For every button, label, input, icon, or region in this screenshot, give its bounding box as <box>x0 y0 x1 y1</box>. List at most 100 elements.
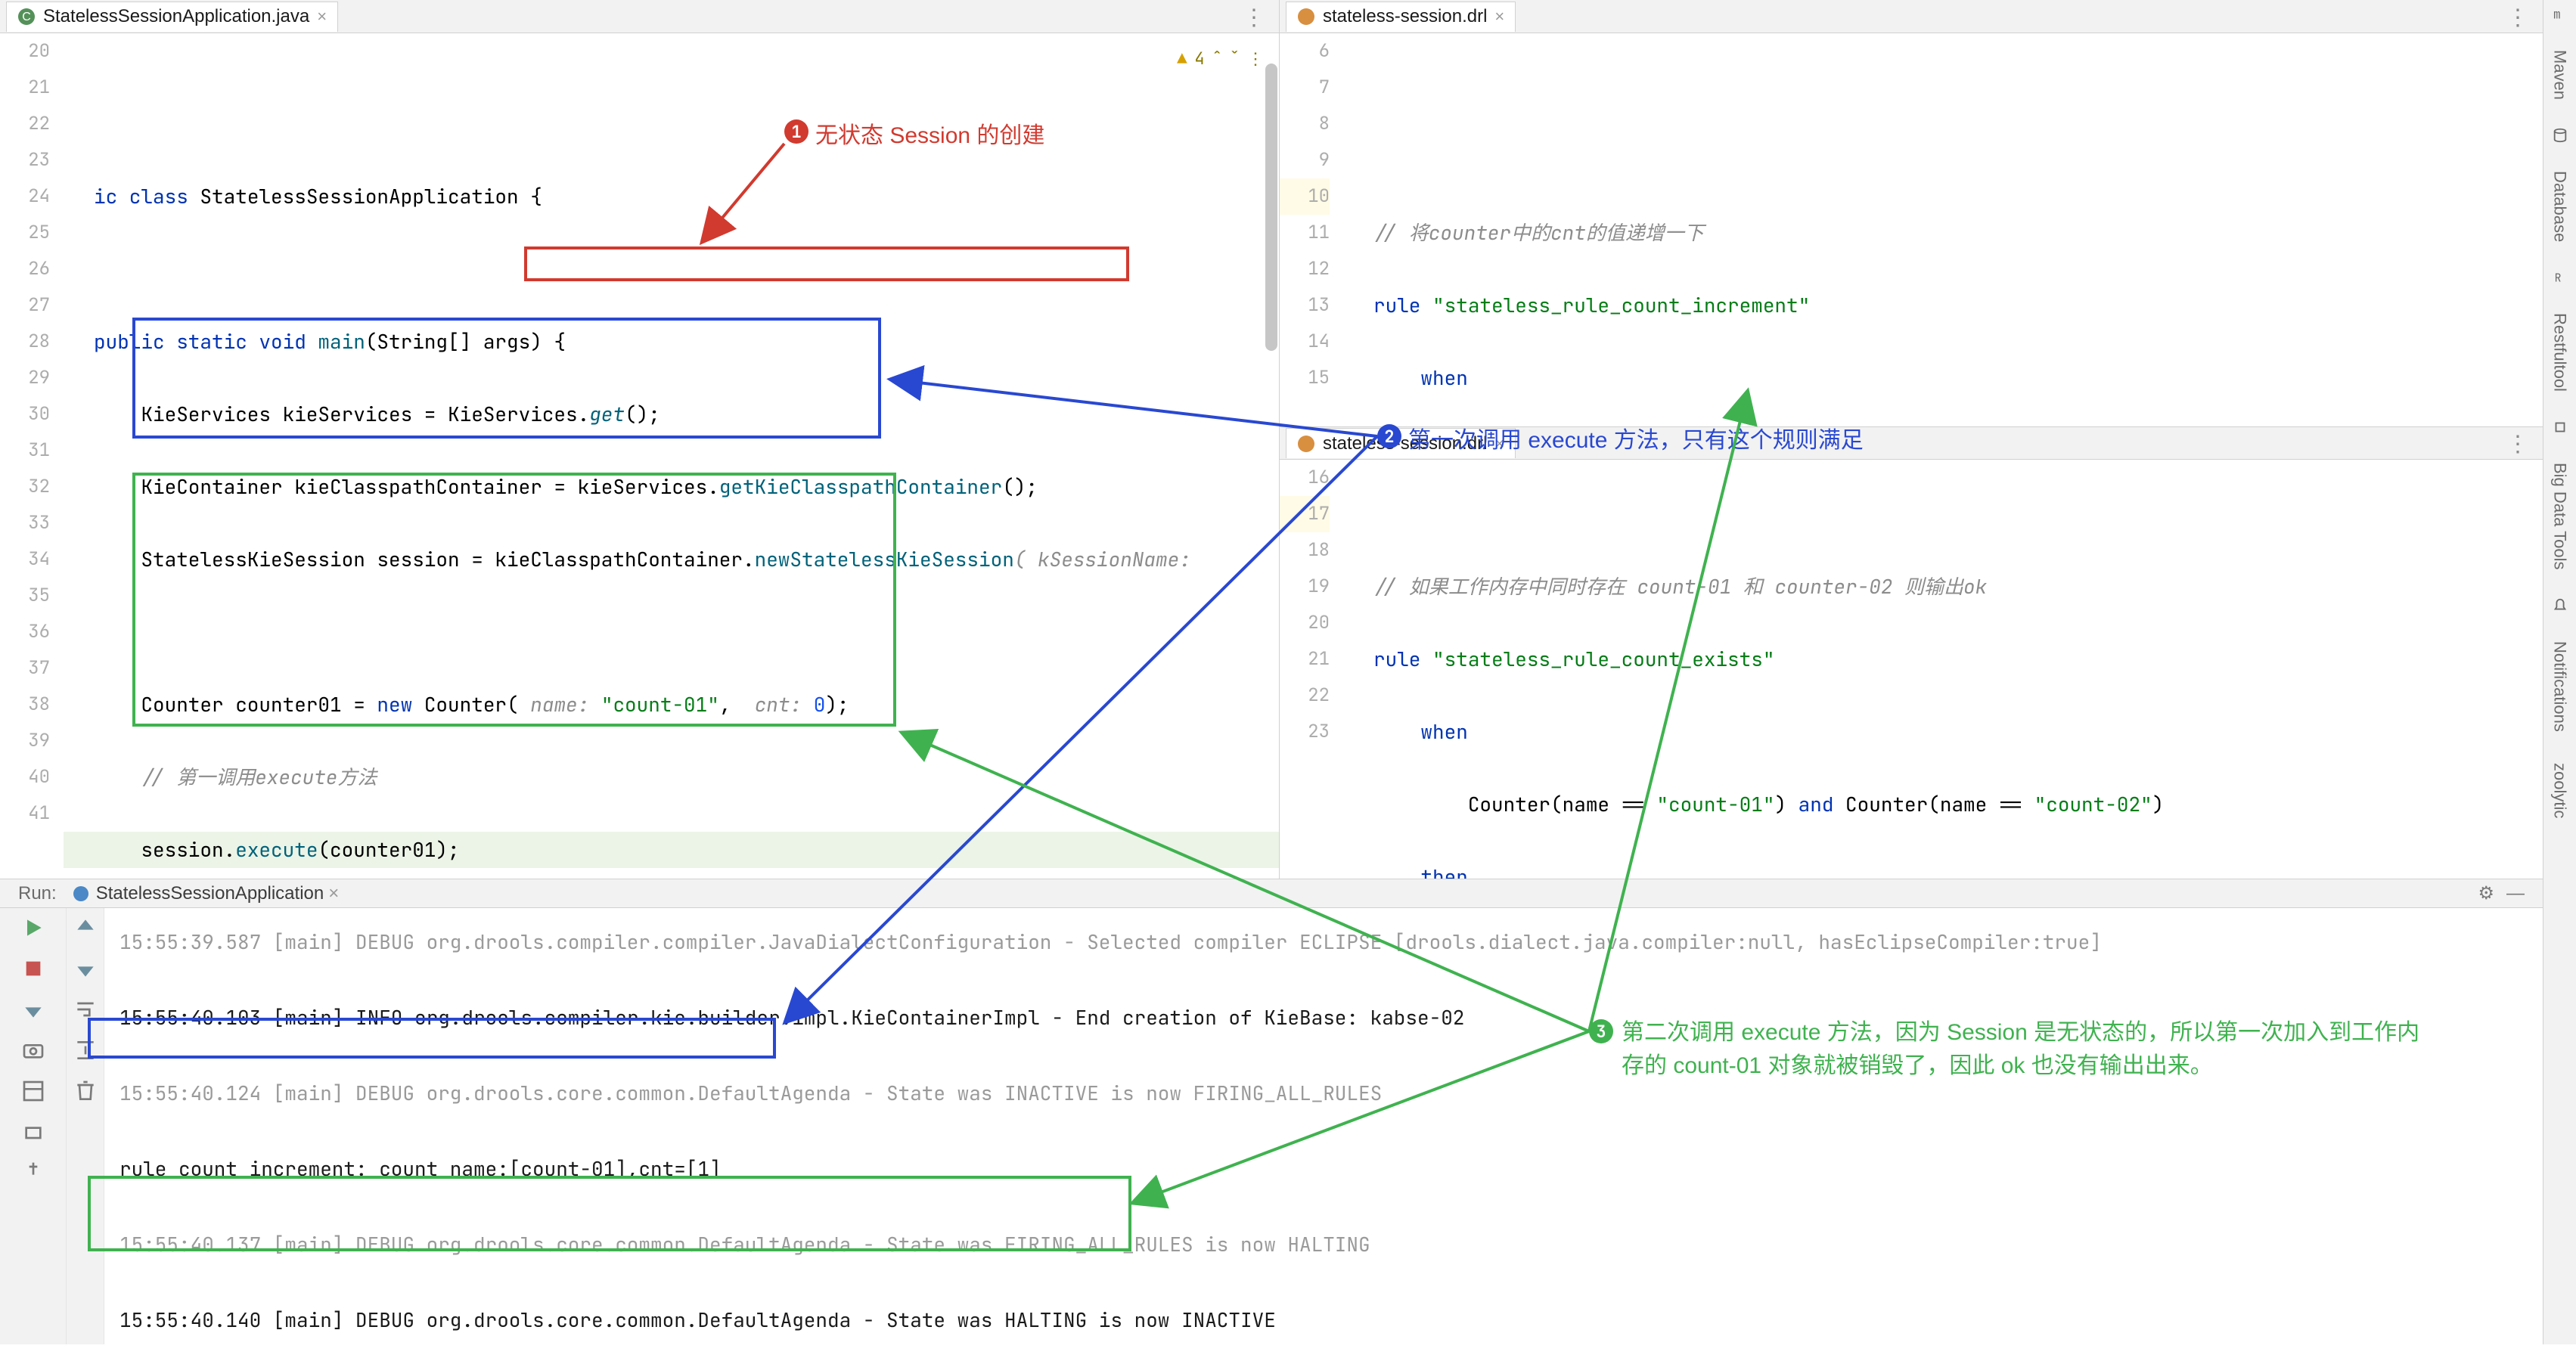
drl-top-code[interactable]: // 将counter中的cnt的值递增一下 rule "stateless_r… <box>1343 33 2543 426</box>
scrollbar-thumb[interactable] <box>1265 64 1277 351</box>
scroll-end-icon[interactable] <box>73 1038 98 1062</box>
console-line: 15:55:40.140 [main] DEBUG org.drools.cor… <box>119 1301 2543 1339</box>
tool-database[interactable]: Database <box>2550 166 2570 246</box>
svg-text:m: m <box>2553 6 2560 23</box>
close-icon[interactable]: × <box>1494 7 1504 26</box>
tab-java-file[interactable]: C StatelessSessionApplication.java × <box>6 2 338 32</box>
line-number: 39 <box>0 723 50 759</box>
pin-icon[interactable] <box>21 1161 45 1185</box>
run-tool-window: 15:55:39.587 [main] DEBUG org.drools.com… <box>0 907 2543 1344</box>
bell-icon[interactable] <box>2552 597 2568 614</box>
line-number: 35 <box>0 578 50 614</box>
line-number: 11 <box>1280 215 1330 251</box>
close-run-tab-icon[interactable]: × <box>328 883 339 904</box>
code-line: rule "stateless_rule_count_exists" <box>1373 641 2543 677</box>
inspection-widget[interactable]: ▲4ˆˇ⋮ <box>1177 41 1264 77</box>
line-number: 21 <box>1280 641 1330 677</box>
down-icon[interactable] <box>21 997 45 1022</box>
layout-icon[interactable] <box>21 1079 45 1103</box>
line-number: 20 <box>0 33 50 70</box>
java-class-icon: C <box>17 8 36 26</box>
code-line: StatelessKieSession session = kieClasspa… <box>94 541 1279 578</box>
console-line: 15:55:40.137 [main] DEBUG org.drools.cor… <box>119 1226 2543 1263</box>
print-icon[interactable] <box>21 1120 45 1144</box>
java-code-area[interactable]: 20 21 22 23 24 25 26 27 28 29 30 31 32 3… <box>0 33 1279 879</box>
line-number: 30 <box>0 396 50 432</box>
camera-icon[interactable] <box>21 1038 45 1062</box>
maven-icon[interactable]: m <box>2552 6 2568 23</box>
trash-icon[interactable] <box>73 1079 98 1103</box>
right-top-tabbar: stateless-session.drl × ⋮ <box>1280 0 2543 33</box>
line-number: 25 <box>0 215 50 251</box>
tab-overflow-icon[interactable]: ⋮ <box>2499 2 2537 32</box>
code-line: ic class StatelessSessionApplication { <box>94 178 1279 215</box>
console-line: 15:55:40.103 [main] INFO org.drools.comp… <box>119 999 2543 1037</box>
line-number: 20 <box>1280 605 1330 641</box>
tab-filename: stateless-session.drl <box>1323 6 1487 27</box>
code-line: rule "stateless_rule_count_increment" <box>1373 287 2543 324</box>
code-line: public static void main(String[] args) { <box>94 324 1279 360</box>
console-output[interactable]: 15:55:39.587 [main] DEBUG org.drools.com… <box>104 908 2543 1344</box>
line-number: 37 <box>0 650 50 687</box>
restful-icon[interactable]: R <box>2552 269 2568 286</box>
code-line <box>1373 142 2543 178</box>
line-number: 10 <box>1280 178 1330 215</box>
rerun-icon[interactable] <box>21 916 45 940</box>
run-config-name[interactable]: StatelessSessionApplication <box>96 883 324 904</box>
line-number: 33 <box>0 505 50 541</box>
tool-zoolytic[interactable]: zoolytic <box>2550 758 2570 823</box>
chevron-down-icon[interactable]: ˇ <box>1230 41 1240 77</box>
code-line: when <box>1373 714 2543 750</box>
console-line: rule_count_increment: count name:[count-… <box>119 1150 2543 1188</box>
line-number: 9 <box>1280 142 1330 178</box>
line-number: 22 <box>1280 677 1330 714</box>
right-mid-tabbar: stateless-session.drl × ⋮ <box>1280 426 2543 460</box>
code-line: KieContainer kieClasspathContainer = kie… <box>94 469 1279 505</box>
line-number: 29 <box>0 360 50 396</box>
hide-icon[interactable]: — <box>2506 883 2525 904</box>
soft-wrap-icon[interactable] <box>73 997 98 1022</box>
right-gutter: 6 7 8 9 10 11 12 13 14 15 <box>1280 33 1343 426</box>
tool-bigdata[interactable]: Big Data Tools <box>2550 458 2570 574</box>
run-label: Run: <box>18 883 57 904</box>
drools-file-icon <box>1297 8 1315 26</box>
tab-drl-file[interactable]: stateless-session.drl × <box>1286 428 1516 458</box>
database-icon[interactable] <box>2552 127 2568 144</box>
svg-text:C: C <box>22 11 31 23</box>
drl-mid-code-area[interactable]: 16 17 18 19 20 21 22 23 // 如果工作内存中同时存在 c… <box>1280 460 2543 879</box>
warning-icon: ▲ <box>1177 41 1187 77</box>
svg-text:R: R <box>2554 271 2561 286</box>
close-icon[interactable]: × <box>317 7 327 26</box>
tab-overflow-icon[interactable]: ⋮ <box>1235 2 1273 32</box>
line-number: 8 <box>1280 106 1330 142</box>
down-arrow-icon[interactable] <box>73 956 98 981</box>
line-number: 38 <box>0 687 50 723</box>
line-number: 19 <box>1280 569 1330 605</box>
drools-file-icon <box>1297 435 1315 453</box>
drl-mid-code[interactable]: // 如果工作内存中同时存在 count-01 和 counter-02 则输出… <box>1343 460 2543 879</box>
stop-icon[interactable] <box>21 956 45 981</box>
drl-top-code-area[interactable]: 6 7 8 9 10 11 12 13 14 15 // 将counter中的c… <box>1280 33 2543 426</box>
line-number: 13 <box>1280 287 1330 324</box>
warning-count: 4 <box>1194 41 1204 77</box>
line-number: 31 <box>0 432 50 469</box>
more-icon[interactable]: ⋮ <box>1247 41 1264 77</box>
tool-maven[interactable]: Maven <box>2550 45 2570 104</box>
line-number: 40 <box>0 759 50 795</box>
chevron-up-icon[interactable]: ˆ <box>1212 41 1222 77</box>
line-number: 32 <box>0 469 50 505</box>
tab-filename: stateless-session.drl <box>1323 433 1487 454</box>
close-icon[interactable]: × <box>1494 434 1504 454</box>
tool-notifications[interactable]: Notifications <box>2550 637 2570 736</box>
gear-icon[interactable]: ⚙ <box>2478 882 2494 904</box>
up-arrow-icon[interactable] <box>73 916 98 940</box>
line-number: 23 <box>0 142 50 178</box>
java-code[interactable]: ▲4ˆˇ⋮ ic class StatelessSessionApplicati… <box>64 33 1279 879</box>
code-line <box>94 251 1279 287</box>
line-number: 22 <box>0 106 50 142</box>
code-line <box>1373 70 2543 106</box>
tab-overflow-icon[interactable]: ⋮ <box>2499 428 2537 458</box>
tool-restful[interactable]: Restfultool <box>2550 308 2570 396</box>
tab-drl-file[interactable]: stateless-session.drl × <box>1286 2 1516 32</box>
tab-filename: StatelessSessionApplication.java <box>43 6 309 27</box>
